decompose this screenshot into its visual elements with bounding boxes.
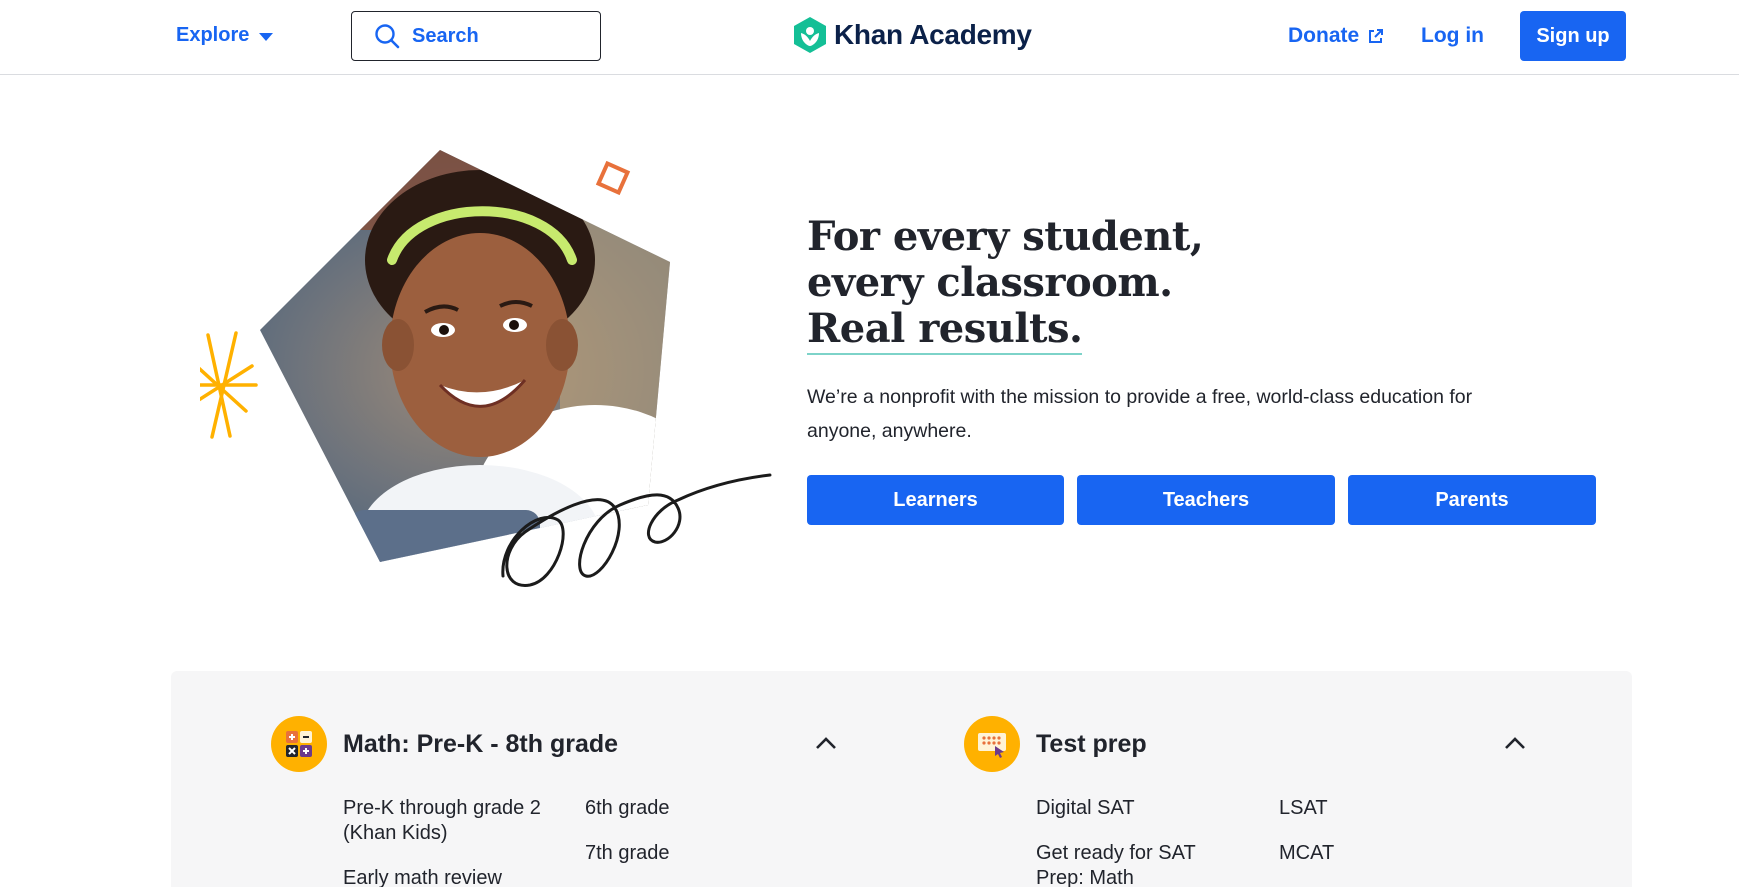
chevron-up-icon[interactable]	[1500, 728, 1530, 758]
math-operations-icon	[271, 716, 327, 772]
caret-down-icon	[259, 32, 274, 41]
subject-math-title: Math: Pre-K - 8th grade	[343, 730, 619, 758]
hero-illustration	[200, 150, 772, 587]
link-7th-grade[interactable]: 7th grade	[585, 841, 670, 866]
parents-button[interactable]: Parents	[1348, 475, 1596, 525]
search-placeholder: Search	[412, 24, 479, 47]
orange-square-decoration	[595, 160, 631, 196]
subject-test-prep-title: Test prep	[1036, 730, 1147, 758]
donate-label: Donate	[1288, 24, 1360, 47]
khan-academy-logo[interactable]: Khan Academy	[792, 16, 1032, 54]
link-digital-sat[interactable]: Digital SAT	[1036, 796, 1135, 821]
link-sat-prep-math[interactable]: Get ready for SAT Prep: Math	[1036, 841, 1216, 887]
link-early-math-review[interactable]: Early math review	[343, 866, 502, 887]
search-input[interactable]: Search	[351, 11, 601, 61]
explore-label: Explore	[176, 23, 250, 46]
subjects-panel: Math: Pre-K - 8th grade Pre-K through gr…	[171, 671, 1632, 887]
teachers-button[interactable]: Teachers	[1077, 475, 1335, 525]
top-nav: Explore Search Khan Academy Donate Log i…	[0, 0, 1739, 75]
login-link[interactable]: Log in	[1421, 22, 1484, 50]
hero-title-line-1: For every student,	[807, 213, 1204, 260]
donate-link[interactable]: Donate	[1288, 22, 1384, 50]
hero-title: For every student, every classroom. Real…	[807, 213, 1204, 355]
learners-button[interactable]: Learners	[807, 475, 1064, 525]
link-pre-k-grade-2[interactable]: Pre-K through grade 2 (Khan Kids)	[343, 796, 563, 846]
khan-academy-logo-icon	[794, 17, 826, 53]
hero-title-line-3: Real results.	[807, 306, 1083, 355]
test-prep-icon	[964, 716, 1020, 772]
hero-subtitle: We’re a nonprofit with the mission to pr…	[807, 386, 1473, 442]
search-icon	[375, 24, 400, 49]
student-photo	[260, 150, 670, 562]
signup-button[interactable]: Sign up	[1520, 11, 1626, 61]
hero-title-line-2: every classroom.	[807, 259, 1173, 306]
chevron-up-icon[interactable]	[811, 728, 841, 758]
yellow-star-decoration	[200, 331, 258, 439]
explore-menu-button[interactable]: Explore	[176, 22, 274, 48]
external-link-icon	[1369, 28, 1384, 43]
brand-name: Khan Academy	[834, 19, 1032, 50]
link-6th-grade[interactable]: 6th grade	[585, 796, 670, 821]
link-mcat[interactable]: MCAT	[1279, 841, 1334, 866]
link-lsat[interactable]: LSAT	[1279, 796, 1328, 821]
